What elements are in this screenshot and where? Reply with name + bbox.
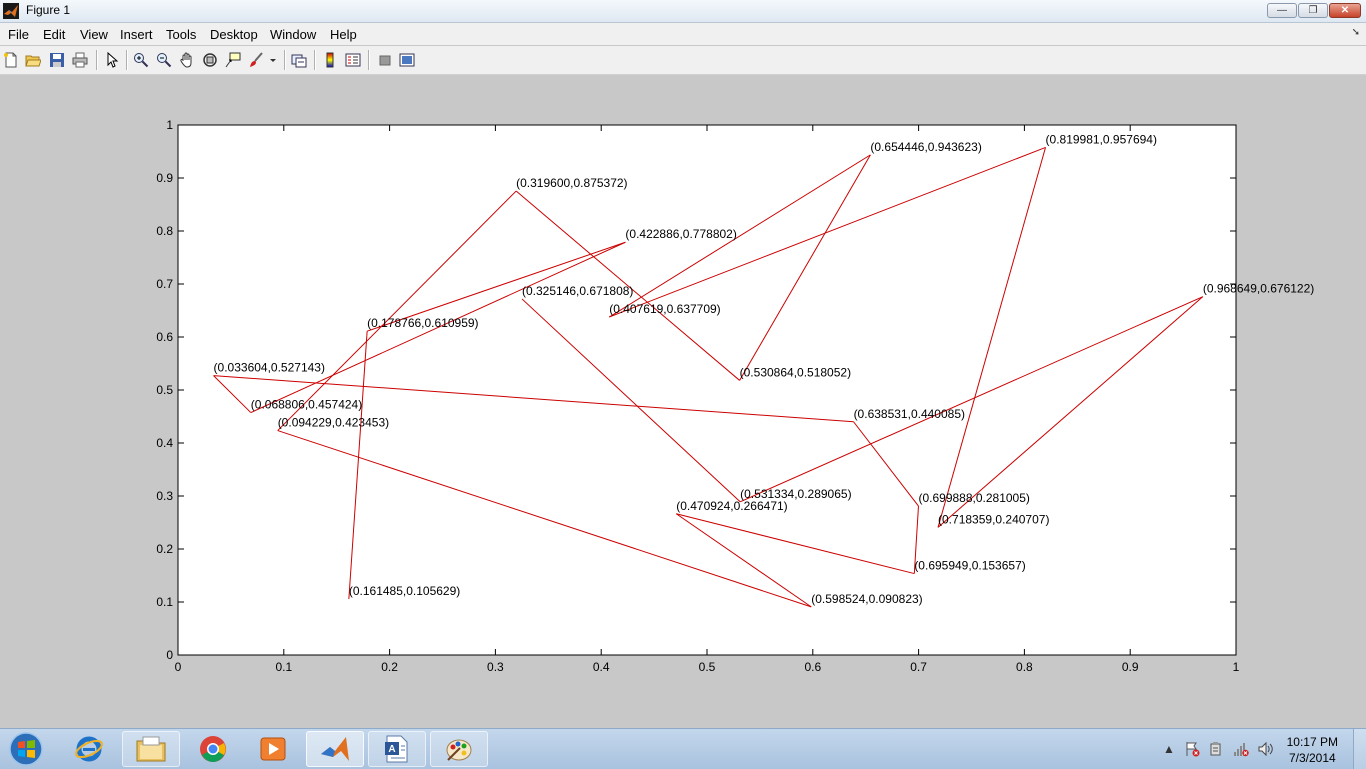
x-tick-label: 0.9 (1122, 660, 1139, 674)
window-title: Figure 1 (26, 3, 71, 17)
paint-icon[interactable] (430, 731, 488, 767)
close-button[interactable]: ✕ (1329, 3, 1361, 18)
x-tick-label: 0.8 (1016, 660, 1033, 674)
y-tick-label: 0.6 (156, 330, 173, 344)
internet-explorer-icon[interactable] (60, 731, 118, 767)
data-point-label: (0.819981,0.957694) (1046, 132, 1157, 146)
svg-text:A: A (388, 744, 395, 755)
network-icon[interactable] (1233, 741, 1249, 757)
data-point-label: (0.638531,0.440085) (854, 407, 965, 421)
brush-dropdown-icon[interactable] (268, 51, 278, 69)
y-tick-label: 0.3 (156, 489, 173, 503)
data-point-label: (0.319600,0.875372) (516, 176, 627, 190)
save-icon[interactable] (48, 51, 66, 69)
device-icon[interactable] (1208, 741, 1224, 757)
x-tick-label: 0.3 (487, 660, 504, 674)
y-tick-label: 0 (166, 648, 173, 662)
file-explorer-icon[interactable] (122, 731, 180, 767)
menu-window[interactable]: Window (270, 24, 316, 45)
minimize-button[interactable]: — (1267, 3, 1297, 18)
zoom-in-icon[interactable] (132, 51, 150, 69)
data-point-label: (0.531334,0.289065) (740, 487, 851, 501)
edit-plot-arrow-icon[interactable] (103, 51, 121, 69)
data-point-label: (0.407619,0.637709) (609, 302, 720, 316)
menu-view[interactable]: View (80, 24, 108, 45)
plot-axes[interactable]: 0 0.1 0.2 0.3 0.4 0.5 0.6 0.7 0.8 0.9 1 0 0.1 0.2 0.3 0… (0, 75, 1366, 728)
data-point-label: (0.068806,0.457424) (251, 398, 362, 412)
x-tick-label: 0.5 (699, 660, 716, 674)
x-tick-label: 0 (175, 660, 182, 674)
word-document-icon[interactable]: A (368, 731, 426, 767)
data-cursor-icon[interactable] (224, 51, 242, 69)
media-player-icon[interactable] (244, 731, 302, 767)
dock-arrow-icon[interactable]: ➘ (1352, 27, 1360, 38)
matlab-icon[interactable] (306, 731, 364, 767)
zoom-out-icon[interactable] (155, 51, 173, 69)
figure-canvas[interactable]: 0 0.1 0.2 0.3 0.4 0.5 0.6 0.7 0.8 0.9 1 0 0.1 0.2 0.3 0… (0, 75, 1366, 728)
y-tick-label: 1 (166, 118, 173, 132)
clock-time: 10:17 PM (1286, 735, 1338, 749)
menu-edit[interactable]: Edit (43, 24, 65, 45)
data-point-label: (0.695949,0.153657) (914, 559, 1025, 573)
data-point-label: (0.530864,0.518052) (740, 365, 851, 379)
system-clock[interactable]: 10:17 PM 7/3/2014 (1287, 734, 1338, 766)
data-point-label: (0.178766,0.610959) (367, 316, 478, 330)
menu-file[interactable]: File (8, 24, 29, 45)
brush-icon[interactable] (247, 51, 265, 69)
y-tick-label: 0.5 (156, 383, 173, 397)
data-point-label: (0.968649,0.676122) (1203, 282, 1314, 296)
data-point-label: (0.094229,0.423453) (278, 416, 389, 430)
rotate-3d-icon[interactable] (201, 51, 219, 69)
link-plot-icon[interactable] (290, 51, 308, 69)
menu-bar: File Edit View Insert Tools Desktop Wind… (0, 23, 1366, 45)
title-bar: Figure 1 — ❐ ✕ (0, 0, 1366, 23)
show-desktop-button[interactable] (1353, 729, 1366, 769)
menu-help[interactable]: Help (330, 24, 357, 45)
volume-icon[interactable] (1257, 741, 1273, 757)
hide-plot-tools-icon[interactable] (376, 51, 394, 69)
data-point-label: (0.033604,0.527143) (214, 361, 325, 375)
clock-date: 7/3/2014 (1288, 751, 1336, 765)
legend-icon[interactable] (344, 51, 362, 69)
colorbar-icon[interactable] (321, 51, 339, 69)
x-tick-label: 0.4 (593, 660, 610, 674)
print-icon[interactable] (71, 51, 89, 69)
chrome-icon[interactable] (184, 731, 242, 767)
flag-icon[interactable] (1184, 741, 1200, 757)
axes-background (178, 125, 1236, 655)
menu-insert[interactable]: Insert (120, 24, 153, 45)
data-point-label: (0.699888,0.281005) (918, 491, 1029, 505)
show-hidden-icons-icon[interactable]: ▲ (1161, 741, 1177, 757)
data-point-label: (0.470924,0.266471) (676, 499, 787, 513)
x-tick-label: 1 (1233, 660, 1240, 674)
x-tick-label: 0.6 (804, 660, 821, 674)
x-tick-label: 0.2 (381, 660, 398, 674)
data-point-label: (0.718359,0.240707) (938, 512, 1049, 526)
y-tick-label: 0.4 (156, 436, 173, 450)
menu-desktop[interactable]: Desktop (210, 24, 258, 45)
y-tick-label: 0.7 (156, 277, 173, 291)
matlab-logo-icon (3, 3, 19, 19)
x-tick-label: 0.7 (910, 660, 927, 674)
new-figure-icon[interactable] (2, 51, 20, 69)
data-point-label: (0.422886,0.778802) (625, 227, 736, 241)
figure-toolbar (0, 46, 1366, 75)
data-point-label: (0.161485,0.105629) (349, 584, 460, 598)
windows-start-icon[interactable] (0, 731, 52, 767)
x-tick-label: 0.1 (275, 660, 292, 674)
open-file-icon[interactable] (24, 51, 42, 69)
pan-hand-icon[interactable] (178, 51, 196, 69)
restore-button[interactable]: ❐ (1298, 3, 1328, 18)
show-plot-tools-icon[interactable] (398, 51, 416, 69)
menu-tools[interactable]: Tools (166, 24, 196, 45)
y-tick-label: 0.9 (156, 171, 173, 185)
windows-taskbar: A ▲ 10:17 PM 7/3/2014 (0, 728, 1366, 769)
data-point-label: (0.654446,0.943623) (870, 140, 981, 154)
y-tick-label: 0.2 (156, 542, 173, 556)
y-tick-label: 0.1 (156, 595, 173, 609)
data-point-label: (0.325146,0.671808) (522, 284, 633, 298)
y-tick-label: 0.8 (156, 224, 173, 238)
data-point-label: (0.598524,0.090823) (811, 592, 922, 606)
